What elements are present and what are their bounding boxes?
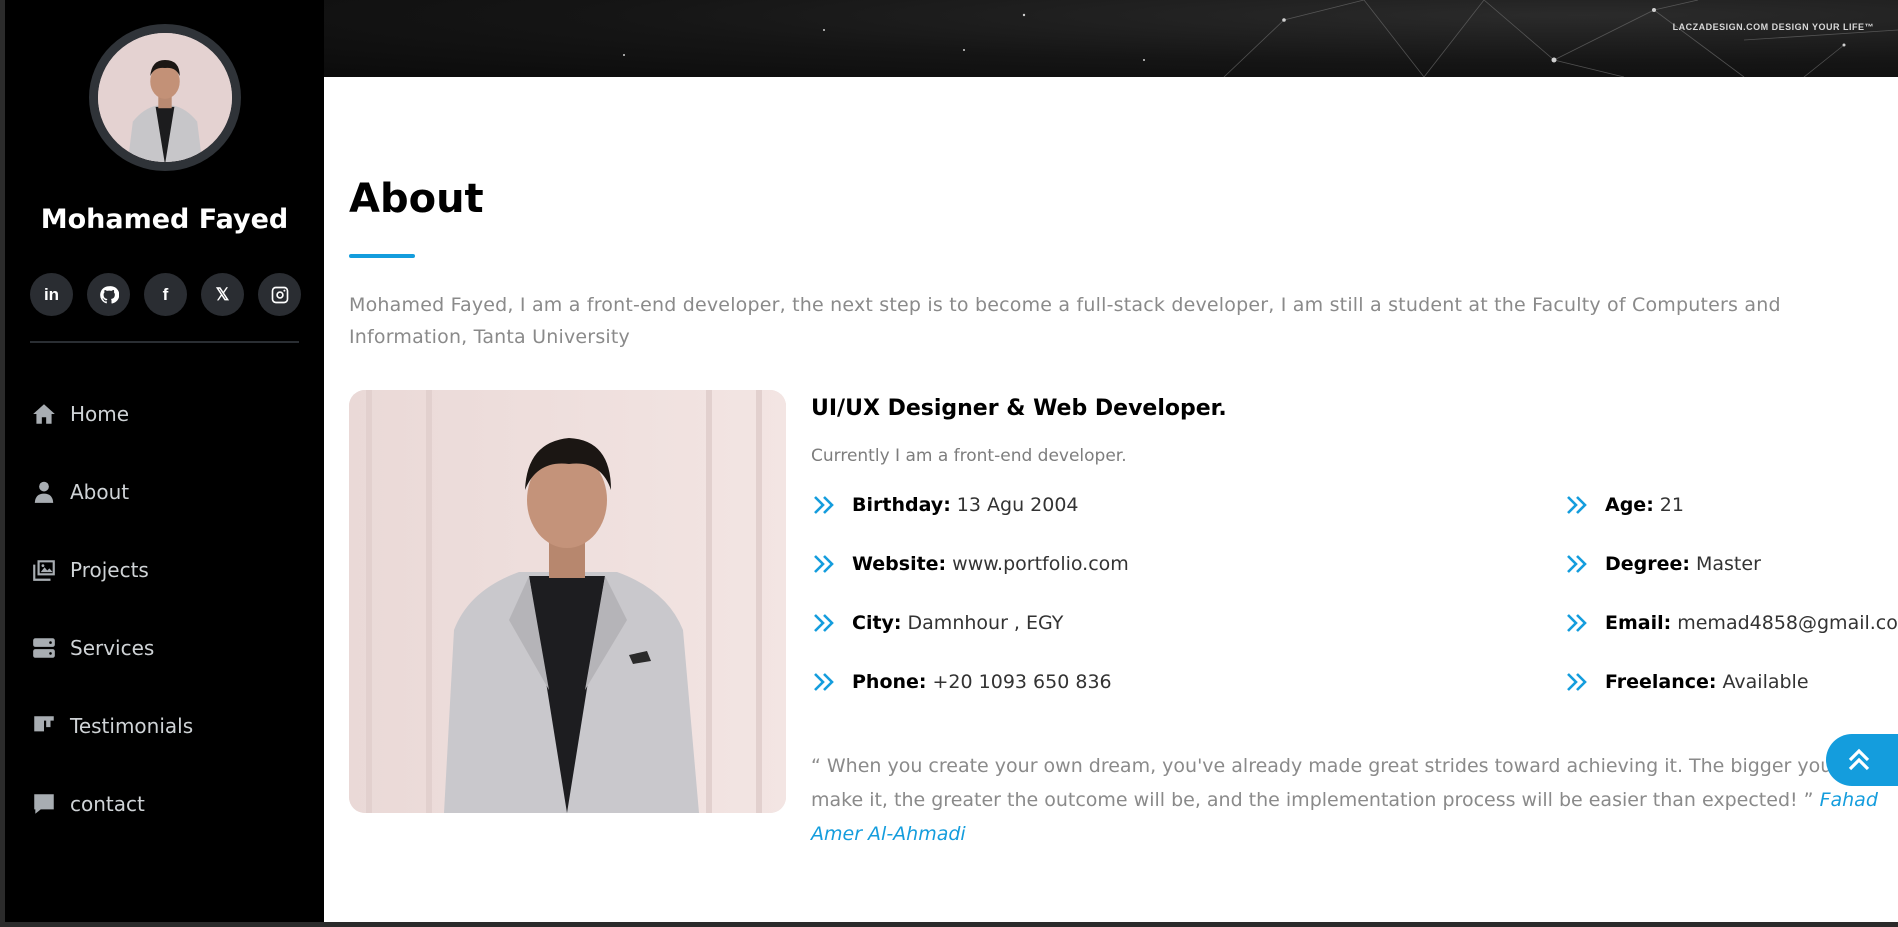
info-label: Age: [1605, 494, 1654, 516]
images-icon [30, 557, 57, 584]
about-photo [349, 390, 786, 813]
sidebar-nav: Home About Projects Services Testimonial… [30, 375, 300, 843]
sidebar-item-contact[interactable]: contact [30, 765, 300, 843]
info-value: Damnhour , EGY [907, 612, 1064, 634]
user-icon [30, 479, 57, 506]
info-email: Email: memad4858@gmail.com [1564, 612, 1898, 634]
linkedin-link[interactable]: in [30, 273, 73, 316]
info-value: +20 1093 650 836 [932, 671, 1112, 693]
info-website: Website: www.portfolio.com [811, 553, 1129, 575]
facebook-link[interactable]: f [144, 273, 187, 316]
info-label: Website: [852, 553, 947, 575]
sidebar-item-label: Testimonials [70, 714, 194, 738]
info-label: Email: [1605, 612, 1672, 634]
info-birthday: Birthday: 13 Agu 2004 [811, 494, 1079, 516]
chevron-double-right-icon [1564, 612, 1590, 634]
profile-photo [98, 33, 232, 162]
chevron-double-right-icon [811, 671, 837, 693]
avatar [89, 24, 241, 171]
sidebar-item-services[interactable]: Services [30, 609, 300, 687]
sidebar-item-about[interactable]: About [30, 453, 300, 531]
home-icon [30, 401, 57, 428]
info-phone: Phone: +20 1093 650 836 [811, 671, 1112, 693]
chevron-double-right-icon [1564, 494, 1590, 516]
info-value: Available [1722, 671, 1809, 693]
chevron-double-right-icon [811, 553, 837, 575]
chevron-double-right-icon [1564, 553, 1590, 575]
hero-banner: LACZADESIGN.COM DESIGN YOUR LIFE™ [324, 0, 1898, 77]
sidebar-item-testimonials[interactable]: Testimonials [30, 687, 300, 765]
profile-name: Mohamed Fayed [40, 204, 289, 235]
info-label: Birthday: [852, 494, 951, 516]
back-to-top-button[interactable] [1826, 734, 1898, 786]
instagram-icon [271, 286, 288, 303]
chevron-double-right-icon [811, 612, 837, 634]
about-photo-image [349, 390, 786, 813]
info-label: Phone: [852, 671, 927, 693]
sidebar-item-label: About [70, 480, 130, 504]
about-section: About Mohamed Fayed, I am a front-end de… [324, 77, 1898, 922]
info-freelance: Freelance: Available [1564, 671, 1809, 693]
banner-brand: LACZADESIGN.COM DESIGN YOUR LIFE™ [1672, 22, 1874, 32]
chevron-double-right-icon [1564, 671, 1590, 693]
x-link[interactable]: 𝕏 [201, 273, 244, 316]
info-age: Age: 21 [1564, 494, 1684, 516]
role-subtitle: Currently I am a front-end developer. [811, 446, 1127, 466]
quote-text: “ When you create your own dream, you've… [811, 755, 1833, 811]
info-value: Master [1696, 553, 1761, 575]
info-value: 13 Agu 2004 [956, 494, 1079, 516]
about-quote: “ When you create your own dream, you've… [811, 749, 1881, 851]
info-value: 21 [1659, 494, 1684, 516]
sidebar-item-home[interactable]: Home [30, 375, 300, 453]
info-label: Freelance: [1605, 671, 1717, 693]
github-link[interactable] [87, 273, 130, 316]
section-title: About [349, 176, 484, 222]
info-label: City: [852, 612, 902, 634]
about-intro: Mohamed Fayed, I am a front-end develope… [349, 294, 1781, 348]
info-label: Degree: [1605, 553, 1690, 575]
info-value: memad4858@gmail.com [1677, 612, 1898, 634]
sidebar-item-label: Projects [70, 558, 149, 582]
info-degree: Degree: Master [1564, 553, 1761, 575]
chevron-double-up-icon [1848, 748, 1870, 771]
sidebar-item-label: Home [70, 402, 130, 426]
quote-icon [30, 713, 57, 740]
sidebar-divider [30, 341, 299, 343]
github-icon [99, 285, 119, 304]
server-icon [30, 635, 57, 662]
title-underline [349, 254, 415, 258]
instagram-link[interactable] [258, 273, 301, 316]
sidebar-item-label: contact [70, 792, 145, 816]
info-city: City: Damnhour , EGY [811, 612, 1063, 634]
network-background [623, 0, 1898, 77]
sidebar-item-label: Services [70, 636, 155, 660]
comment-icon [30, 791, 57, 818]
social-links: in f 𝕏 [30, 273, 301, 316]
chevron-double-right-icon [811, 494, 837, 516]
info-value: www.portfolio.com [952, 553, 1129, 575]
sidebar: Mohamed Fayed in f 𝕏 Home About Projects… [5, 0, 324, 922]
role-title: UI/UX Designer & Web Developer. [811, 396, 1227, 421]
facebook-icon: f [162, 284, 169, 304]
sidebar-item-projects[interactable]: Projects [30, 531, 300, 609]
profile-photo-image [98, 33, 232, 162]
x-icon: 𝕏 [215, 284, 230, 304]
linkedin-icon: in [43, 284, 60, 304]
